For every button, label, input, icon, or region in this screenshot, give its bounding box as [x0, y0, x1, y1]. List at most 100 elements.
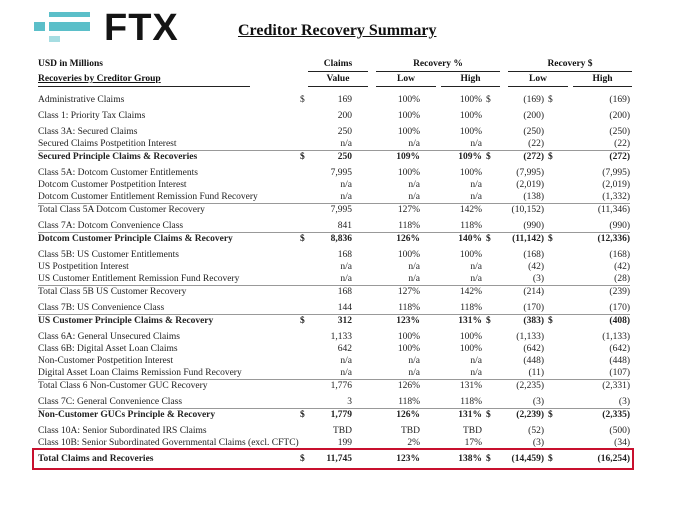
claims-value: 168	[314, 285, 352, 298]
table-row: Secured Principle Claims & Recoveries $25…	[38, 150, 630, 163]
row-label: Administrative Claims	[38, 95, 125, 105]
dollar-sign	[300, 392, 314, 409]
table-row: Class 7A: Dotcom Convenience Class 841 118…	[38, 216, 630, 233]
dollar-sign: $	[300, 95, 305, 105]
dollar-sign: $	[300, 408, 314, 421]
divider	[508, 71, 632, 72]
recovery-usd-high: (239)	[560, 285, 630, 298]
recovery-pct-high: 142%	[420, 285, 482, 298]
total-highlight-box	[32, 448, 634, 470]
recovery-usd-high: (168)	[609, 250, 630, 260]
logo-bar-icon	[49, 36, 60, 42]
divider	[308, 86, 368, 87]
dollar-sign	[544, 203, 560, 216]
row-label: US Postpetition Interest	[38, 262, 129, 272]
row-label: Non-Customer Postpetition Interest	[38, 356, 174, 366]
recovery-pct-low: 127%	[352, 203, 420, 216]
recovery-usd-high: (250)	[609, 127, 630, 137]
recovery-usd-low: (42)	[528, 262, 544, 272]
recovery-usd-low: (2,239)	[500, 408, 544, 421]
claims-value: n/a	[340, 368, 352, 378]
dollar-sign	[482, 122, 500, 138]
table-row: Total Class 5A Dotcom Customer Recovery 7…	[38, 203, 630, 216]
dollar-sign	[482, 327, 500, 343]
recovery-pct-low: TBD	[401, 426, 420, 436]
divider	[376, 86, 436, 87]
table-row: US Customer Entitlement Remission Fund R…	[38, 273, 630, 286]
recovery-usd-high: (2,019)	[602, 180, 630, 190]
dollar-sign	[544, 163, 560, 179]
claims-value: 3	[347, 397, 352, 407]
dollar-sign	[300, 106, 314, 122]
recovery-usd-low: (138)	[523, 192, 544, 202]
dollar-sign	[482, 216, 500, 233]
row-label: Dotcom Customer Postpetition Interest	[38, 180, 187, 190]
table-row: Class 1: Priority Tax Claims 200 100% 100% (…	[38, 106, 630, 122]
page-title: Creditor Recovery Summary	[238, 22, 437, 39]
recovery-pct-high: 140%	[420, 232, 482, 245]
row-label: Total Class 6 Non-Customer GUC Recovery	[38, 379, 300, 392]
divider	[376, 71, 500, 72]
table-row: Total Class 6 Non-Customer GUC Recovery 1…	[38, 379, 630, 392]
recovery-pct-low: 127%	[352, 285, 420, 298]
recovery-usd-low: (7,995)	[516, 168, 544, 178]
recovery-pct-high: 142%	[420, 203, 482, 216]
table-row: Class 3A: Secured Claims 250 100% 100% (250)…	[38, 122, 630, 138]
table-row: Total Class 5B US Customer Recovery 168 12…	[38, 285, 630, 298]
dollar-sign	[544, 392, 560, 409]
table-row: Digital Asset Loan Claims Remission Fund…	[38, 367, 630, 380]
recovery-usd-high: (28)	[614, 274, 630, 284]
recovery-usd-low: (22)	[528, 139, 544, 149]
table-row: Non-Customer Postpetition Interest n/a n/a…	[38, 355, 630, 367]
recovery-usd-low: (3)	[532, 397, 544, 407]
recovery-usd-low: (1,133)	[516, 332, 544, 342]
dollar-sign	[482, 379, 500, 392]
recovery-usd-low: (272)	[500, 150, 544, 163]
row-label: Class 6A: General Unsecured Claims	[38, 332, 180, 342]
claims-value: n/a	[340, 139, 352, 149]
dollar-sign	[482, 367, 500, 380]
recovery-usd-high: (990)	[609, 221, 630, 231]
dollar-sign	[482, 298, 500, 315]
recovery-pct-low: n/a	[408, 192, 420, 202]
claims-value: 642	[337, 344, 352, 354]
claims-value: 841	[337, 221, 352, 231]
dollar-sign	[482, 392, 500, 409]
recovery-pct-low: 118%	[398, 303, 420, 313]
recovery-usd-low: (10,152)	[500, 203, 544, 216]
dollar-sign	[544, 245, 560, 261]
row-label: Class 3A: Secured Claims	[38, 127, 138, 137]
dollar-sign	[300, 327, 314, 343]
recovery-usd-high: (642)	[609, 344, 630, 354]
row-label: Total Class 5A Dotcom Customer Recovery	[38, 203, 300, 216]
recovery-pct-low: 123%	[352, 314, 420, 327]
recovery-usd-high: (448)	[609, 356, 630, 366]
dollar-sign	[300, 421, 314, 437]
recovery-usd-high: (1,332)	[602, 192, 630, 202]
logo-wordmark: FTX	[104, 7, 179, 49]
recovery-usd-low: (448)	[523, 356, 544, 366]
recovery-pct-low: 100%	[397, 344, 420, 354]
group-header: Recoveries by Creditor Group	[38, 74, 161, 84]
recovery-pct-low: 126%	[352, 232, 420, 245]
dollar-sign	[300, 163, 314, 179]
pct-high-header: High	[460, 74, 481, 84]
recovery-pct-high: n/a	[470, 180, 482, 190]
dollar-sign	[544, 367, 560, 380]
dollar-sign	[300, 379, 314, 392]
recovery-usd-low: (11,142)	[500, 232, 544, 245]
recovery-pct-high: 131%	[420, 408, 482, 421]
row-label: Class 7C: General Convenience Class	[38, 397, 183, 407]
recovery-pct-low: 100%	[397, 111, 420, 121]
recovery-pct-low: 100%	[397, 332, 420, 342]
dollar-sign	[544, 191, 560, 204]
logo-bar-icon	[34, 22, 45, 31]
claims-value: 1,779	[314, 408, 352, 421]
dollar-sign: $	[482, 314, 500, 327]
recovery-pct-high: 100%	[459, 111, 482, 121]
dollar-sign	[300, 216, 314, 233]
pct-low-header: Low	[397, 74, 415, 84]
recovery-usd-high: (107)	[609, 368, 630, 378]
dollar-sign	[300, 191, 314, 204]
dollar-sign	[544, 421, 560, 437]
